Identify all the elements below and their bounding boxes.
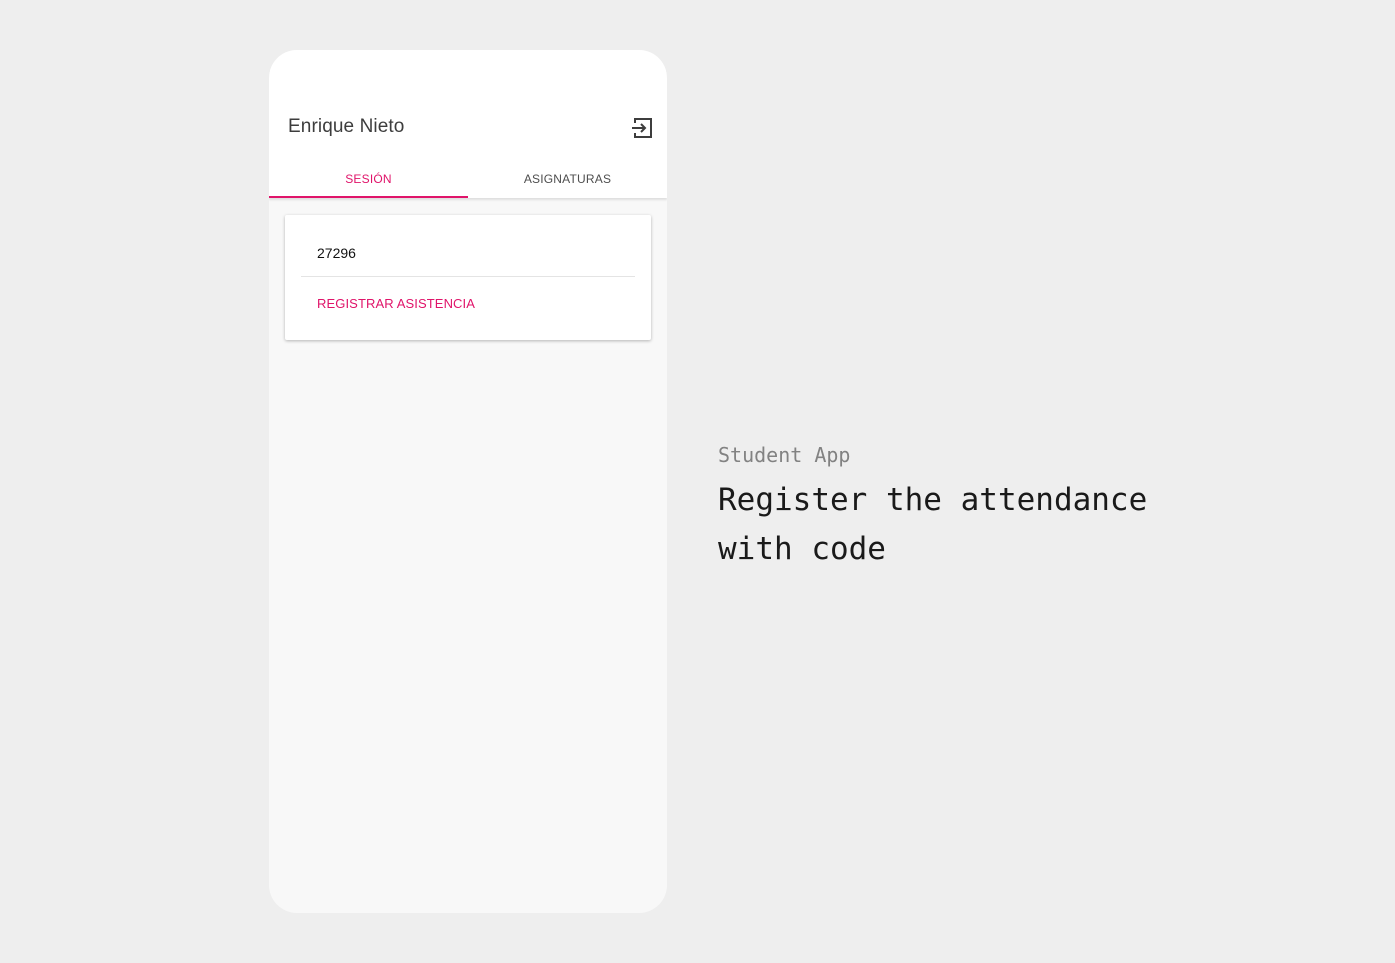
attendance-code-input[interactable]: [301, 229, 635, 277]
tab-sesion[interactable]: SESIÓN: [269, 160, 468, 198]
caption: Student App Register the attendance with…: [718, 441, 1318, 574]
phone-screen: Enrique Nieto SESIÓN ASIGNATURAS REGISTR…: [269, 50, 667, 913]
caption-title: Register the attendance with code: [718, 482, 1148, 567]
register-attendance-button[interactable]: REGISTRAR ASISTENCIA: [317, 296, 475, 311]
user-name: Enrique Nieto: [288, 116, 405, 137]
logout-icon[interactable]: [629, 115, 655, 141]
attendance-card: REGISTRAR ASISTENCIA: [285, 215, 651, 340]
tab-bar: SESIÓN ASIGNATURAS: [269, 160, 667, 198]
tab-asignaturas[interactable]: ASIGNATURAS: [468, 160, 667, 198]
caption-subtitle: Student App: [718, 443, 851, 467]
app-bar: Enrique Nieto SESIÓN ASIGNATURAS: [269, 50, 667, 198]
